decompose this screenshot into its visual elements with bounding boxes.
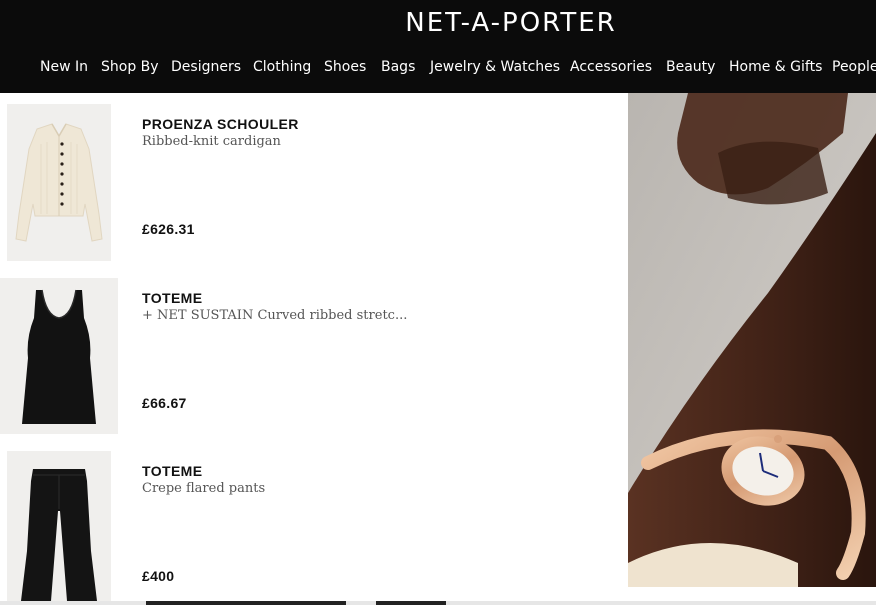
product-brand[interactable]: PROENZA SCHOULER: [142, 116, 299, 132]
product-card[interactable]: PROENZA SCHOULER Ribbed-knit cardigan £6…: [0, 93, 620, 265]
nav-accessories[interactable]: Accessories: [570, 57, 652, 77]
cardigan-illustration: [7, 104, 111, 261]
product-brand[interactable]: TOTEME: [142, 463, 202, 479]
nav-people[interactable]: People: [832, 57, 876, 77]
product-name[interactable]: Crepe flared pants: [142, 481, 265, 496]
tank-top-illustration: [0, 278, 118, 434]
product-name[interactable]: Ribbed-knit cardigan: [142, 134, 281, 149]
product-card[interactable]: TOTEME Crepe flared pants £400: [0, 441, 620, 603]
site-logo[interactable]: NET-A-PORTER: [0, 8, 876, 38]
scrollbar-thumb[interactable]: [146, 601, 346, 605]
nav-bags[interactable]: Bags: [381, 57, 415, 77]
product-card[interactable]: TOTEME + NET SUSTAIN Curved ribbed stret…: [0, 268, 620, 440]
nav-jewelry-watches[interactable]: Jewelry & Watches: [430, 57, 560, 77]
scrollbar-thumb-secondary[interactable]: [376, 601, 446, 605]
product-price: £400: [142, 568, 175, 584]
site-header: NET-A-PORTER New In Shop By Designers Cl…: [0, 0, 876, 93]
product-price: £66.67: [142, 395, 187, 411]
nav-clothing[interactable]: Clothing: [253, 57, 311, 77]
scrollbar-track[interactable]: [0, 601, 876, 605]
nav-shop-by[interactable]: Shop By: [101, 57, 159, 77]
nav-home-gifts[interactable]: Home & Gifts: [729, 57, 822, 77]
nav-designers[interactable]: Designers: [171, 57, 241, 77]
product-price: £626.31: [142, 221, 195, 237]
product-name[interactable]: + NET SUSTAIN Curved ribbed stretc...: [142, 308, 407, 323]
watch-photo-illustration: [628, 93, 876, 587]
nav-beauty[interactable]: Beauty: [666, 57, 715, 77]
product-image-cardigan[interactable]: [7, 104, 111, 261]
product-brand[interactable]: TOTEME: [142, 290, 202, 306]
flared-pants-illustration: [7, 451, 111, 603]
nav-shoes[interactable]: Shoes: [324, 57, 366, 77]
hero-watch-image[interactable]: [628, 93, 876, 587]
product-image-tank-top[interactable]: [0, 278, 118, 434]
product-image-flared-pants[interactable]: [7, 451, 111, 603]
nav-new-in[interactable]: New In: [40, 57, 88, 77]
